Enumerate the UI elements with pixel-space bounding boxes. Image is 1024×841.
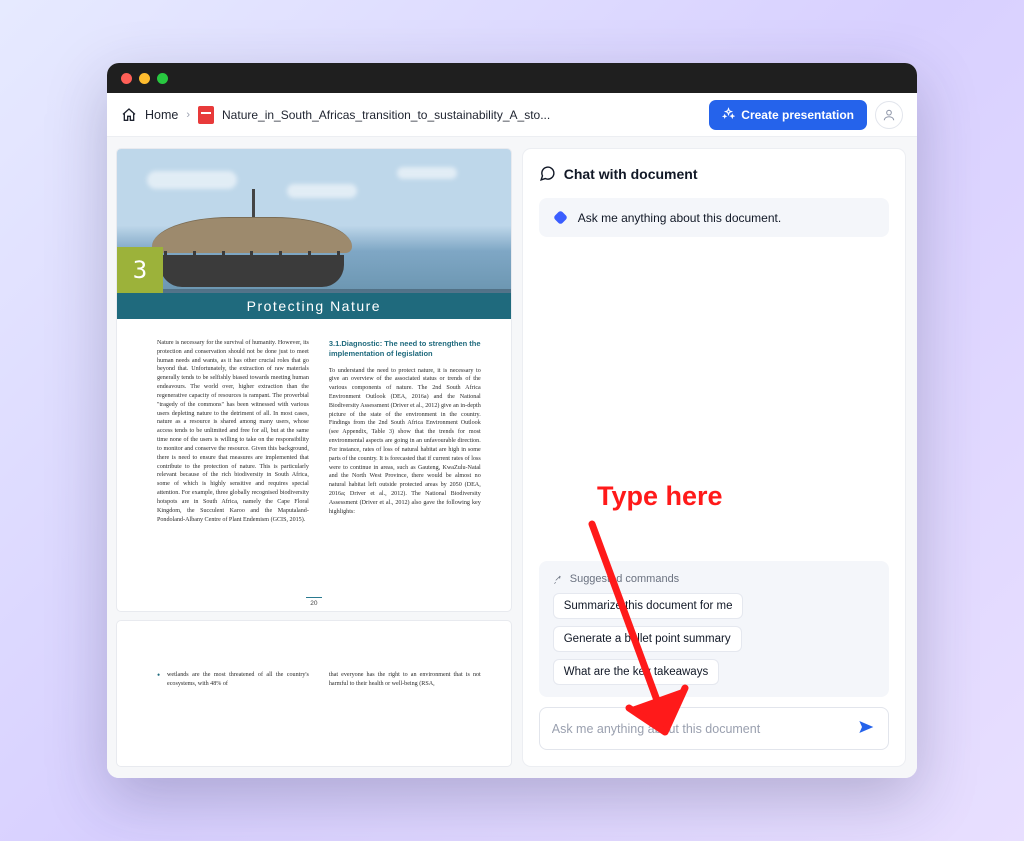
close-window-icon[interactable]: [121, 73, 132, 84]
content-area: 3 Protecting Nature Nature is necessary …: [107, 137, 917, 778]
send-button[interactable]: [856, 717, 876, 740]
chapter-hero-image: 3 Protecting Nature: [117, 149, 511, 319]
body-column-left: wetlands are the most threatened of all …: [157, 671, 309, 766]
minimize-window-icon[interactable]: [139, 73, 150, 84]
send-icon: [858, 719, 874, 735]
suggested-commands-label: Suggested commands: [570, 573, 679, 585]
document-page-2: wetlands are the most threatened of all …: [117, 621, 511, 766]
bullet-item: wetlands are the most threatened of all …: [157, 671, 309, 689]
chat-input[interactable]: [552, 722, 848, 736]
chat-title: Chat with document: [564, 166, 698, 182]
suggested-commands: Suggested commands Summarize this docume…: [539, 561, 889, 697]
app-window: Home › Nature_in_South_Africas_transitio…: [107, 63, 917, 778]
account-button[interactable]: [875, 101, 903, 129]
create-presentation-button[interactable]: Create presentation: [709, 100, 867, 130]
suggestion-takeaways[interactable]: What are the key takeaways: [553, 659, 719, 685]
chat-icon: [539, 165, 556, 182]
suggested-commands-header: Suggested commands: [553, 573, 875, 585]
chat-input-row: [539, 707, 889, 750]
body-column-right: that everyone has the right to an enviro…: [329, 671, 481, 766]
chat-panel: Chat with document Ask me anything about…: [523, 149, 905, 766]
wand-icon: [553, 574, 564, 585]
document-viewer[interactable]: 3 Protecting Nature Nature is necessary …: [107, 137, 521, 778]
window-titlebar: [107, 63, 917, 93]
toolbar: Home › Nature_in_South_Africas_transitio…: [107, 93, 917, 137]
chapter-title: Protecting Nature: [117, 293, 511, 319]
suggestion-summarize[interactable]: Summarize this document for me: [553, 593, 744, 619]
document-page-1: 3 Protecting Nature Nature is necessary …: [117, 149, 511, 611]
ai-avatar-icon: [553, 210, 568, 225]
maximize-window-icon[interactable]: [157, 73, 168, 84]
chat-header: Chat with document: [539, 165, 889, 182]
chapter-number-badge: 3: [117, 247, 163, 293]
assistant-greeting: Ask me anything about this document.: [578, 211, 781, 225]
section-heading: 3.1.Diagnostic: The need to strengthen t…: [329, 339, 481, 359]
user-icon: [882, 108, 896, 122]
chat-column: Chat with document Ask me anything about…: [521, 137, 917, 778]
suggestion-bullets[interactable]: Generate a bullet point summary: [553, 626, 742, 652]
breadcrumb-home[interactable]: Home: [145, 108, 178, 122]
body-text: To understand the need to protect nature…: [329, 367, 481, 517]
body-column-left: Nature is necessary for the survival of …: [157, 339, 309, 611]
page-number: 20: [306, 597, 322, 607]
chevron-right-icon: ›: [186, 109, 190, 121]
create-presentation-label: Create presentation: [741, 108, 854, 122]
pdf-file-icon: [198, 106, 214, 124]
body-column-right: 3.1.Diagnostic: The need to strengthen t…: [329, 339, 481, 611]
sparkle-icon: [722, 107, 735, 123]
assistant-message: Ask me anything about this document.: [539, 198, 889, 237]
home-icon[interactable]: [121, 107, 137, 123]
breadcrumb-filename[interactable]: Nature_in_South_Africas_transition_to_su…: [222, 108, 550, 122]
